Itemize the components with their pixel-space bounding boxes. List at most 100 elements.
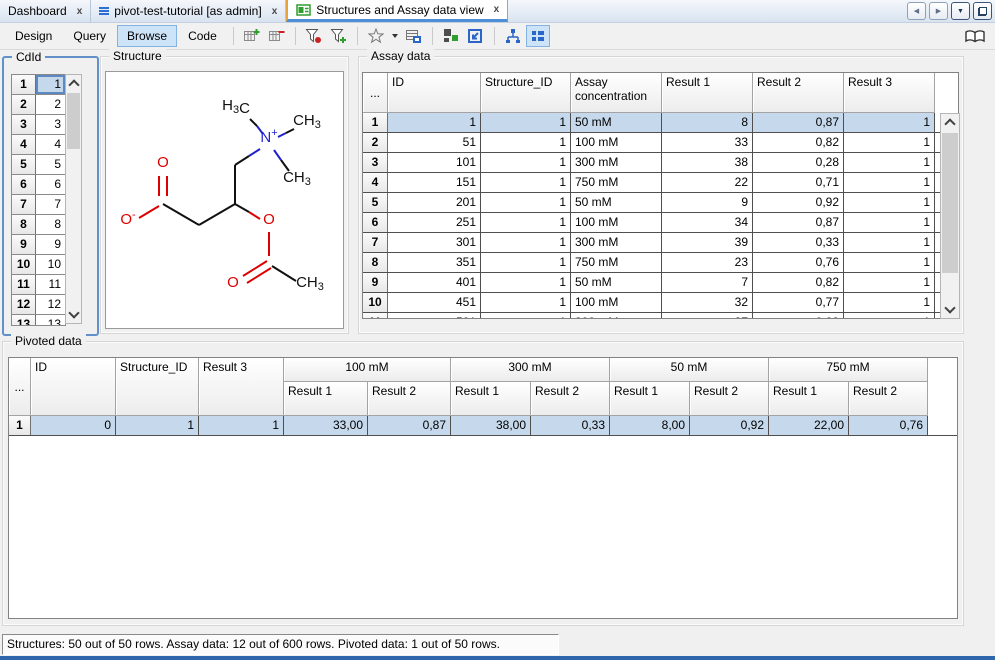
assay-cell[interactable]: 1 xyxy=(844,113,935,132)
assay-cell[interactable]: 50 mM xyxy=(571,113,662,132)
row-header[interactable]: 7 xyxy=(12,195,36,214)
assay-cell[interactable]: 1 xyxy=(844,213,935,232)
row-header[interactable]: 4 xyxy=(12,135,36,154)
cdid-cell[interactable]: 13 xyxy=(36,315,65,326)
assay-cell[interactable]: 501 xyxy=(388,313,481,319)
assay-cell[interactable]: 1 xyxy=(481,193,571,212)
cdid-cell[interactable]: 11 xyxy=(36,275,65,294)
row-header[interactable]: 1 xyxy=(12,75,36,94)
cdid-cell[interactable]: 4 xyxy=(36,135,65,154)
assay-cell[interactable]: 301 xyxy=(388,233,481,252)
add-filter-button[interactable] xyxy=(327,25,351,47)
column-header[interactable]: Result 3 xyxy=(844,73,935,113)
scroll-tabs-right-button[interactable]: ▶ xyxy=(929,2,948,20)
cdid-scrollbar[interactable] xyxy=(65,74,82,324)
assay-cell[interactable]: 50 mM xyxy=(571,273,662,292)
column-header[interactable]: Result 2 xyxy=(531,382,610,416)
assay-cell[interactable]: 1 xyxy=(388,113,481,132)
assay-cell[interactable]: 0,77 xyxy=(753,293,844,312)
assay-cell[interactable]: 1 xyxy=(844,253,935,272)
assay-cell[interactable]: 9 xyxy=(662,193,753,212)
assay-cell[interactable]: 1 xyxy=(844,153,935,172)
cdid-cell[interactable]: 2 xyxy=(36,95,65,114)
group-column-header[interactable]: 50 mM xyxy=(610,358,769,382)
row-header[interactable]: 3 xyxy=(12,115,36,134)
tab-dashboard[interactable]: Dashboard x xyxy=(0,0,91,22)
assay-cell[interactable]: 0,33 xyxy=(753,233,844,252)
table-corner-button[interactable]: ... xyxy=(9,358,31,416)
column-header[interactable]: Result 2 xyxy=(849,382,928,416)
design-button[interactable]: Design xyxy=(5,25,62,47)
assay-cell[interactable]: 201 xyxy=(388,193,481,212)
filter-button[interactable] xyxy=(302,25,326,47)
tab-pivot-test-tutorial[interactable]: pivot-test-tutorial [as admin] x xyxy=(91,0,286,22)
pivot-cell[interactable]: 0,33 xyxy=(531,416,610,435)
assay-cell[interactable]: 7 xyxy=(662,273,753,292)
assay-cell[interactable]: 1 xyxy=(844,193,935,212)
column-header[interactable]: ID xyxy=(31,358,116,416)
cdid-cell[interactable]: 9 xyxy=(36,235,65,254)
assay-cell[interactable]: 0,23 xyxy=(753,313,844,319)
assay-cell[interactable]: 34 xyxy=(662,213,753,232)
column-header[interactable]: Result 1 xyxy=(769,382,849,416)
row-header[interactable]: 10 xyxy=(12,255,36,274)
assay-cell[interactable]: 38 xyxy=(662,153,753,172)
column-header[interactable]: Result 1 xyxy=(610,382,690,416)
window-layout-button[interactable] xyxy=(439,25,463,47)
scrollbar-thumb[interactable] xyxy=(67,93,80,149)
scroll-up-icon[interactable] xyxy=(68,79,79,90)
group-column-header[interactable]: 750 mM xyxy=(769,358,928,382)
assay-cell[interactable]: 1 xyxy=(844,313,935,319)
row-header[interactable]: 10 xyxy=(363,293,388,312)
assay-cell[interactable]: 37 xyxy=(662,313,753,319)
assay-cell[interactable]: 51 xyxy=(388,133,481,152)
assay-cell[interactable]: 1 xyxy=(481,153,571,172)
favorites-button[interactable] xyxy=(364,25,388,47)
cdid-cell[interactable]: 8 xyxy=(36,215,65,234)
assay-cell[interactable]: 1 xyxy=(481,173,571,192)
scroll-down-icon[interactable] xyxy=(944,302,955,313)
assay-cell[interactable]: 750 mM xyxy=(571,253,662,272)
assay-cell[interactable]: 32 xyxy=(662,293,753,312)
assay-cell[interactable]: 1 xyxy=(844,173,935,192)
cdid-cell[interactable]: 1 xyxy=(36,75,65,94)
tab-list-dropdown-button[interactable]: ▼ xyxy=(951,2,970,20)
assay-cell[interactable]: 0,92 xyxy=(753,193,844,212)
assay-cell[interactable]: 1 xyxy=(844,233,935,252)
column-header[interactable]: Result 1 xyxy=(451,382,531,416)
close-icon[interactable]: x xyxy=(494,4,500,15)
assay-cell[interactable]: 100 mM xyxy=(571,293,662,312)
code-button[interactable]: Code xyxy=(178,25,227,47)
restore-window-button[interactable] xyxy=(973,2,992,20)
delete-row-button[interactable] xyxy=(265,25,289,47)
row-header[interactable]: 13 xyxy=(12,315,36,326)
column-header[interactable]: Structure_ID xyxy=(116,358,199,416)
assay-cell[interactable]: 1 xyxy=(481,113,571,132)
assay-cell[interactable]: 1 xyxy=(481,233,571,252)
scroll-down-icon[interactable] xyxy=(68,307,79,318)
close-icon[interactable]: x xyxy=(272,6,278,17)
pivot-cell[interactable]: 1 xyxy=(116,416,199,435)
pivot-cell[interactable]: 38,00 xyxy=(451,416,531,435)
scroll-tabs-left-button[interactable]: ◀ xyxy=(907,2,926,20)
assay-cell[interactable]: 8 xyxy=(662,113,753,132)
row-header[interactable]: 7 xyxy=(363,233,388,252)
browse-button[interactable]: Browse xyxy=(117,25,177,47)
assay-cell[interactable]: 251 xyxy=(388,213,481,232)
assay-cell[interactable]: 1 xyxy=(481,293,571,312)
scroll-up-icon[interactable] xyxy=(944,118,955,129)
assay-cell[interactable]: 1 xyxy=(844,133,935,152)
assay-cell[interactable]: 0,82 xyxy=(753,273,844,292)
assay-cell[interactable]: 451 xyxy=(388,293,481,312)
pivot-cell[interactable]: 0,92 xyxy=(690,416,769,435)
row-header[interactable]: 9 xyxy=(12,235,36,254)
scrollbar-thumb[interactable] xyxy=(942,133,958,273)
assay-cell[interactable]: 1 xyxy=(481,213,571,232)
schema-browser-button[interactable] xyxy=(960,25,990,47)
assay-cell[interactable]: 151 xyxy=(388,173,481,192)
cdid-cell[interactable]: 5 xyxy=(36,155,65,174)
group-column-header[interactable]: 300 mM xyxy=(451,358,610,382)
assay-cell[interactable]: 0,87 xyxy=(753,113,844,132)
row-header[interactable]: 8 xyxy=(12,215,36,234)
row-header[interactable]: 5 xyxy=(12,155,36,174)
